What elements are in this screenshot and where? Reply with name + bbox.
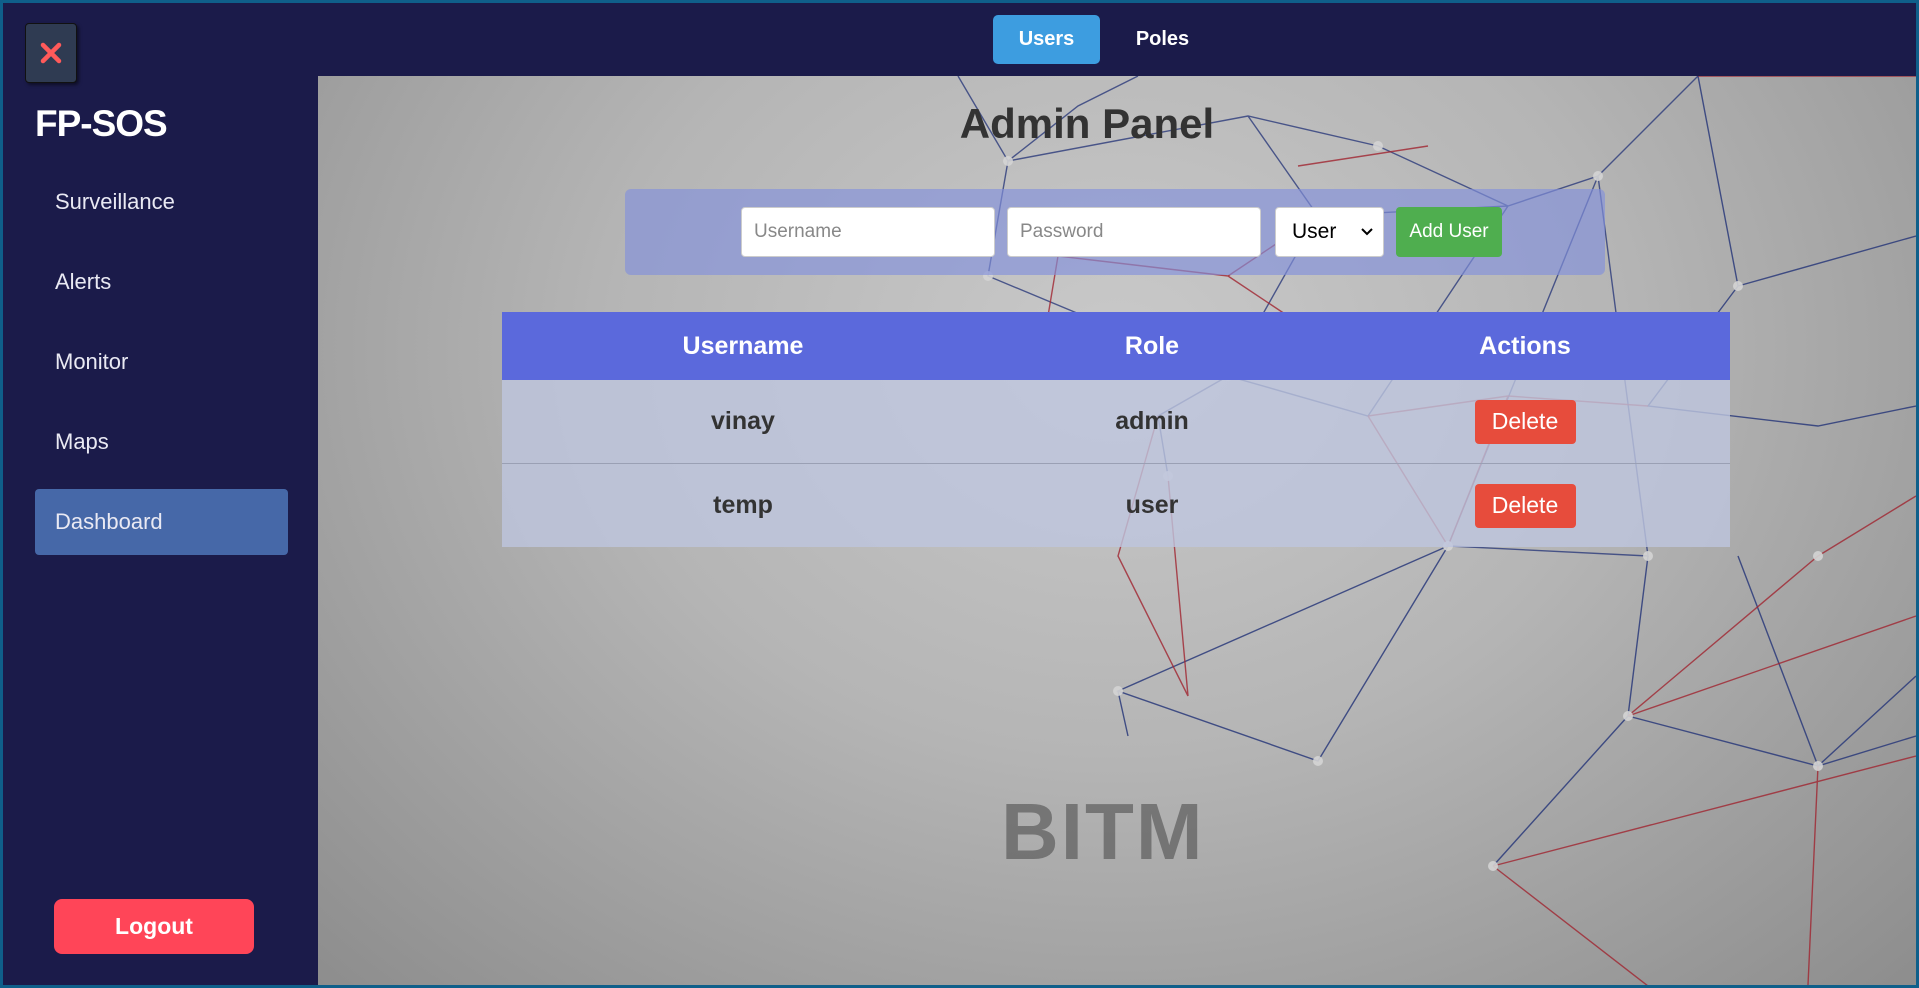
header-actions: Actions	[1479, 331, 1571, 360]
add-user-button[interactable]: Add User	[1396, 207, 1502, 257]
delete-button[interactable]: Delete	[1474, 483, 1576, 528]
close-button[interactable]	[25, 23, 77, 83]
cell-actions: Delete	[1320, 380, 1730, 463]
page-title: Admin Panel	[318, 100, 1916, 148]
cell-role: admin	[1115, 407, 1189, 435]
cell-actions: Delete	[1320, 464, 1730, 547]
tab-users[interactable]: Users	[993, 15, 1100, 64]
role-select[interactable]: User	[1275, 207, 1384, 257]
cell-role: user	[1125, 491, 1179, 519]
close-icon	[40, 42, 62, 64]
table-row: vinay admin Delete	[502, 380, 1730, 464]
table-row: temp user Delete	[502, 464, 1730, 547]
sidebar-item-dashboard[interactable]: Dashboard	[35, 489, 288, 555]
sidebar-item-surveillance[interactable]: Surveillance	[35, 169, 288, 235]
cell-username: vinay	[711, 407, 775, 435]
sidebar-item-maps[interactable]: Maps	[35, 409, 288, 475]
sidebar: FP-SOS Surveillance Alerts Monitor Maps …	[3, 3, 318, 985]
delete-button[interactable]: Delete	[1474, 399, 1576, 444]
tab-poles[interactable]: Poles	[1110, 15, 1215, 64]
watermark-logo: BITM	[1001, 787, 1205, 876]
header-username: Username	[682, 331, 804, 360]
logout-button[interactable]: Logout	[54, 899, 254, 954]
add-user-form: User Add User	[625, 189, 1605, 275]
brand-title: FP-SOS	[35, 103, 168, 144]
top-bar: Users Poles	[318, 3, 1916, 76]
table-header: Username Role Actions	[502, 312, 1730, 380]
main-content: Admin Panel User Add User Username Role …	[318, 76, 1916, 985]
sidebar-item-monitor[interactable]: Monitor	[35, 329, 288, 395]
role-select-value: User	[1292, 220, 1337, 243]
sidebar-item-alerts[interactable]: Alerts	[35, 249, 288, 315]
header-role: Role	[1124, 331, 1180, 360]
sidebar-nav: Surveillance Alerts Monitor Maps Dashboa…	[35, 169, 288, 569]
cell-username: temp	[713, 491, 773, 519]
username-input[interactable]	[741, 207, 995, 257]
page-title-text: Admin Panel	[959, 100, 1215, 147]
users-table: Username Role Actions vinay admin Delete…	[502, 312, 1730, 547]
password-input[interactable]	[1007, 207, 1261, 257]
chevron-down-icon	[1361, 228, 1373, 236]
